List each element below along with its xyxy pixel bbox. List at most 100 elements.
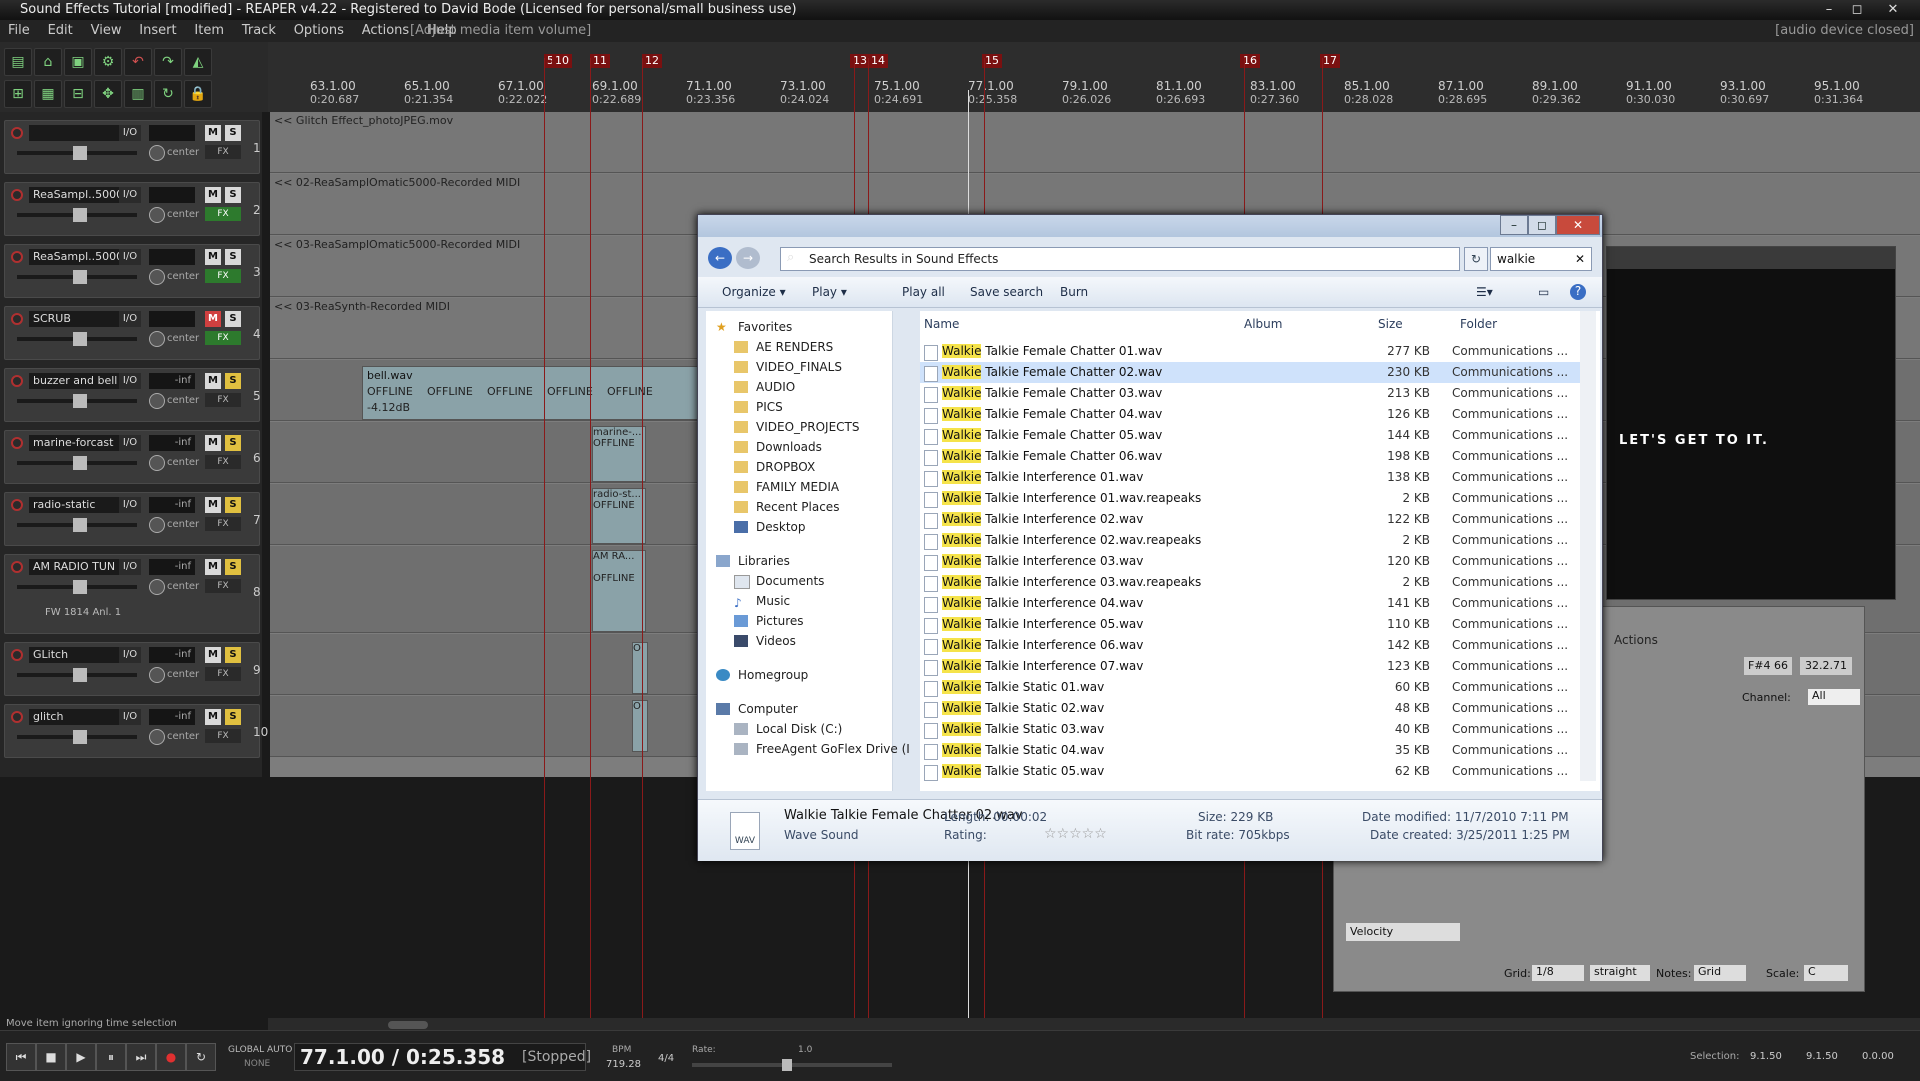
file-row[interactable]: Walkie Talkie Interference 01.wav.reapea… — [920, 488, 1580, 509]
mute-button[interactable]: M — [205, 125, 221, 141]
trim-icon[interactable]: ✥ — [94, 80, 122, 108]
solo-button[interactable]: S — [225, 187, 241, 203]
file-row[interactable]: Walkie Talkie Interference 02.wav 122 KB C… — [920, 509, 1580, 530]
velocity-select[interactable]: Velocity — [1346, 923, 1460, 941]
nav-folder[interactable]: Downloads — [734, 437, 920, 457]
notes-select[interactable]: Grid — [1694, 965, 1746, 981]
io-button[interactable]: I/O — [119, 559, 141, 575]
scale-select[interactable]: C — [1804, 965, 1848, 981]
nav-homegroup[interactable]: Homegroup — [716, 665, 902, 685]
solo-button[interactable]: S — [225, 497, 241, 513]
nav-library[interactable]: Videos — [734, 631, 920, 651]
mute-button[interactable]: M — [205, 709, 221, 725]
record-icon[interactable]: ● — [156, 1043, 186, 1071]
burn-button[interactable]: Burn — [1060, 285, 1088, 299]
volume-fader[interactable] — [17, 668, 137, 682]
media-item[interactable]: O — [632, 642, 648, 694]
solo-button[interactable]: S — [225, 249, 241, 265]
volume-fader[interactable] — [17, 456, 137, 470]
file-row[interactable]: Walkie Talkie Static 02.wav 48 KB Communic… — [920, 698, 1580, 719]
track-name[interactable]: GLitch — [29, 647, 119, 663]
column-header-folder[interactable]: Folder — [1460, 317, 1497, 331]
track-name[interactable]: ReaSampl..5000 — [29, 187, 119, 203]
track-8[interactable]: AM RADIO TUN I/O -inf M S center FX FW 1… — [4, 554, 261, 634]
nav-folder[interactable]: AUDIO — [734, 377, 920, 397]
track-1[interactable]: I/O M S center FX 1 — [4, 120, 261, 174]
undo-icon[interactable]: ↶ — [124, 48, 152, 76]
time-signature[interactable]: 4/4 — [658, 1053, 674, 1064]
mute-button[interactable]: M — [205, 249, 221, 265]
track-4[interactable]: SCRUB I/O M S center FX 4 — [4, 306, 261, 360]
media-item[interactable]: radio-st... OFFLINE — [592, 488, 646, 544]
refresh-icon[interactable]: ↻ — [1464, 247, 1488, 271]
grid-icon[interactable]: ▥ — [124, 80, 152, 108]
fx-button[interactable]: FX — [205, 729, 241, 743]
file-row[interactable]: Walkie Talkie Female Chatter 02.wav 230 K… — [920, 362, 1580, 383]
envelope-lock-icon[interactable]: ⊟ — [64, 80, 92, 108]
file-row[interactable]: Walkie Talkie Female Chatter 03.wav 213 K… — [920, 383, 1580, 404]
track-9[interactable]: GLitch I/O -inf M S center FX 9 — [4, 642, 261, 696]
marker-12[interactable]: 12 — [642, 54, 662, 68]
breadcrumb[interactable]: Search Results in Sound Effects — [809, 252, 998, 266]
track-6[interactable]: marine-forcast I/O -inf M S center FX 6 — [4, 430, 261, 484]
minimize-icon[interactable]: – — [1816, 0, 1842, 20]
fader-knob[interactable] — [73, 518, 87, 532]
track-7[interactable]: radio-static I/O -inf M S center FX 7 — [4, 492, 261, 546]
swing-select[interactable]: straight — [1590, 965, 1650, 981]
midi-actions-menu[interactable]: Actions — [1614, 633, 1658, 647]
file-row[interactable]: Walkie Talkie Interference 01.wav 138 KB C… — [920, 467, 1580, 488]
selection-length[interactable]: 0.0.00 — [1862, 1051, 1894, 1062]
maximize-icon[interactable]: ◻ — [1528, 215, 1556, 235]
nav-drive[interactable]: Local Disk (C:) — [734, 719, 920, 739]
minimize-icon[interactable]: – — [1500, 215, 1528, 235]
io-button[interactable]: I/O — [119, 497, 141, 513]
fx-button[interactable]: FX — [205, 145, 241, 159]
clear-search-icon[interactable]: ✕ — [1575, 252, 1585, 266]
menu-file[interactable]: File — [0, 20, 36, 38]
global-auto-label[interactable]: GLOBAL AUTO — [228, 1045, 292, 1055]
nav-folder[interactable]: Recent Places — [734, 497, 920, 517]
pan-knob[interactable] — [149, 331, 165, 347]
menu-edit[interactable]: Edit — [40, 20, 79, 38]
file-row[interactable]: Walkie Talkie Interference 06.wav 142 KB C… — [920, 635, 1580, 656]
nav-library[interactable]: Documents — [734, 571, 920, 591]
go-to-start-icon[interactable]: ⏮ — [6, 1043, 36, 1071]
solo-button[interactable]: S — [225, 311, 241, 327]
fx-button[interactable]: FX — [205, 269, 241, 283]
track-2[interactable]: ReaSampl..5000 I/O M S center FX 2 — [4, 182, 261, 236]
track-name[interactable]: glitch — [29, 709, 119, 725]
track-name[interactable]: buzzer and bell — [29, 373, 119, 389]
solo-button[interactable]: S — [225, 125, 241, 141]
rating-stars-icon[interactable]: ☆☆☆☆☆ — [1044, 826, 1107, 842]
record-arm-icon[interactable] — [11, 499, 23, 511]
pan-knob[interactable] — [149, 145, 165, 161]
pause-icon[interactable]: ⏸ — [96, 1043, 126, 1071]
volume-fader[interactable] — [17, 146, 137, 160]
lock-icon[interactable]: 🔒 — [184, 80, 212, 108]
nav-folder[interactable]: VIDEO_FINALS — [734, 357, 920, 377]
marker-10[interactable]: 10 — [552, 54, 572, 68]
fader-knob[interactable] — [73, 270, 87, 284]
open-project-icon[interactable]: ⌂ — [34, 48, 62, 76]
nav-library[interactable]: ♪ Music — [734, 591, 920, 611]
file-row[interactable]: Walkie Talkie Interference 05.wav 110 KB C… — [920, 614, 1580, 635]
track-name[interactable] — [29, 125, 119, 141]
marker-11[interactable]: 11 — [590, 54, 610, 68]
play-all-button[interactable]: Play all — [902, 285, 945, 299]
solo-button[interactable]: S — [225, 709, 241, 725]
grid-select[interactable]: 1/8 — [1532, 965, 1584, 981]
timeline-ruler[interactable]: 5 10 11 12 13 14 15 16 17 63.1.00 0:20.68… — [268, 42, 1920, 112]
volume-fader[interactable] — [17, 730, 137, 744]
menu-track[interactable]: Track — [234, 20, 282, 38]
nav-folder[interactable]: FAMILY MEDIA — [734, 477, 920, 497]
selection-start[interactable]: 9.1.50 — [1750, 1051, 1782, 1062]
channel-select[interactable]: All — [1808, 689, 1860, 705]
marker-17[interactable]: 17 — [1320, 54, 1340, 68]
track-name[interactable]: radio-static — [29, 497, 119, 513]
nav-folder[interactable]: Desktop — [734, 517, 920, 537]
fx-button[interactable]: FX — [205, 455, 241, 469]
file-row[interactable]: Walkie Talkie Female Chatter 04.wav 126 K… — [920, 404, 1580, 425]
play-icon[interactable]: ▶ — [66, 1043, 96, 1071]
fx-button[interactable]: FX — [205, 667, 241, 681]
help-icon[interactable]: ? — [1570, 284, 1586, 300]
